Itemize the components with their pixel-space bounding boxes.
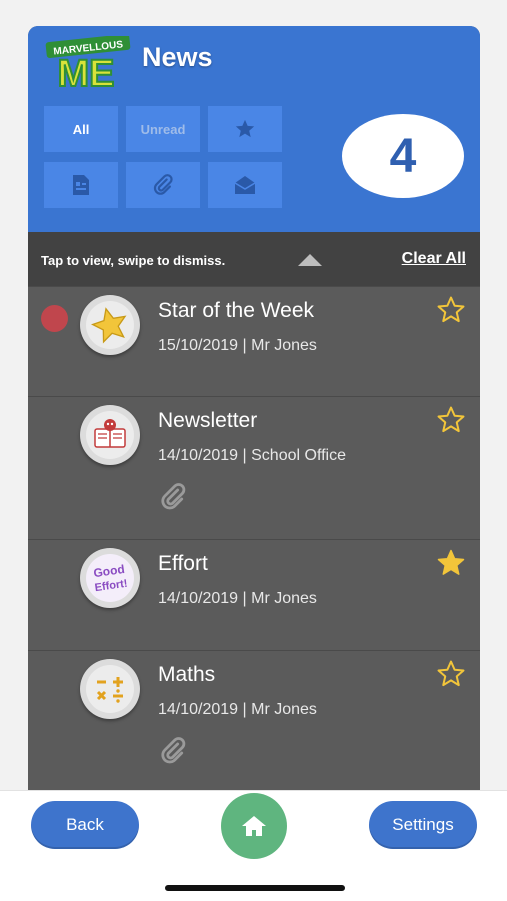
document-icon	[73, 175, 89, 195]
news-item-meta: 15/10/2019 | Mr Jones	[158, 337, 317, 354]
news-item-meta: 14/10/2019 | Mr Jones	[158, 590, 317, 607]
news-header: MARVELLOUS ME News All Unread 4	[28, 26, 480, 232]
news-item-title: Star of the Week	[158, 299, 315, 322]
news-item-star-of-the-week[interactable]: Star of the Week 15/10/2019 | Mr Jones	[28, 286, 480, 397]
news-item-title: Maths	[158, 663, 216, 686]
badge-text-good: Good	[93, 562, 126, 580]
good-effort-badge: Good Effort!	[80, 548, 140, 608]
attachment-icon	[161, 737, 186, 764]
news-item-meta: 14/10/2019 | School Office	[158, 447, 346, 464]
paperclip-icon	[153, 174, 173, 195]
filter-document-button[interactable]	[44, 162, 118, 208]
newsletter-icon	[94, 419, 126, 448]
newsletter-badge	[80, 405, 140, 465]
message-count-badge: 4	[342, 114, 464, 198]
filter-read-button[interactable]	[208, 162, 282, 208]
swipe-hint: Tap to view, swipe to dismiss.	[41, 253, 226, 268]
news-panel: MARVELLOUS ME News All Unread 4 Tap to v…	[28, 26, 480, 790]
gold-star-icon	[90, 307, 127, 344]
news-item-maths[interactable]: Maths 14/10/2019 | Mr Jones	[28, 650, 480, 790]
filter-starred-button[interactable]	[208, 106, 282, 152]
news-item-title: Effort	[158, 552, 208, 575]
maths-symbols-icon	[96, 677, 123, 703]
news-item-meta: 14/10/2019 | Mr Jones	[158, 701, 317, 718]
news-item-effort[interactable]: Good Effort! Effort 14/10/2019 | Mr Jone…	[28, 539, 480, 651]
filter-unread-button[interactable]: Unread	[126, 106, 200, 152]
favourite-star-filled-icon[interactable]	[436, 548, 466, 578]
favourite-star-outline-icon[interactable]	[436, 659, 466, 689]
favourite-star-outline-icon[interactable]	[436, 295, 466, 325]
attachment-icon	[161, 483, 186, 510]
clear-all-link[interactable]: Clear All	[402, 250, 466, 268]
bottom-bar: Back Settings	[0, 790, 507, 901]
star-award-badge	[80, 295, 140, 355]
news-item-title: Newsletter	[158, 409, 258, 432]
good-effort-sticker-icon: Good Effort!	[93, 562, 129, 594]
filter-attachment-button[interactable]	[126, 162, 200, 208]
star-icon	[235, 119, 255, 138]
marvellous-me-logo: MARVELLOUS ME	[45, 36, 131, 92]
home-button[interactable]	[221, 793, 287, 859]
favourite-star-outline-icon[interactable]	[436, 405, 466, 435]
news-item-newsletter[interactable]: Newsletter 14/10/2019 | School Office	[28, 396, 480, 540]
home-icon	[242, 816, 266, 836]
open-envelope-icon	[234, 176, 256, 194]
home-indicator	[165, 885, 345, 891]
hint-bar: Tap to view, swipe to dismiss. Clear All	[28, 232, 480, 286]
unread-indicator	[41, 305, 68, 332]
back-button[interactable]: Back	[31, 801, 139, 849]
maths-badge	[80, 659, 140, 719]
settings-button[interactable]: Settings	[369, 801, 477, 849]
logo-text-main: ME	[58, 53, 115, 92]
page-title: News	[142, 42, 213, 72]
filter-all-button[interactable]: All	[44, 106, 118, 152]
collapse-arrow-icon[interactable]	[298, 254, 322, 266]
badge-text-effort: Effort!	[94, 578, 128, 594]
